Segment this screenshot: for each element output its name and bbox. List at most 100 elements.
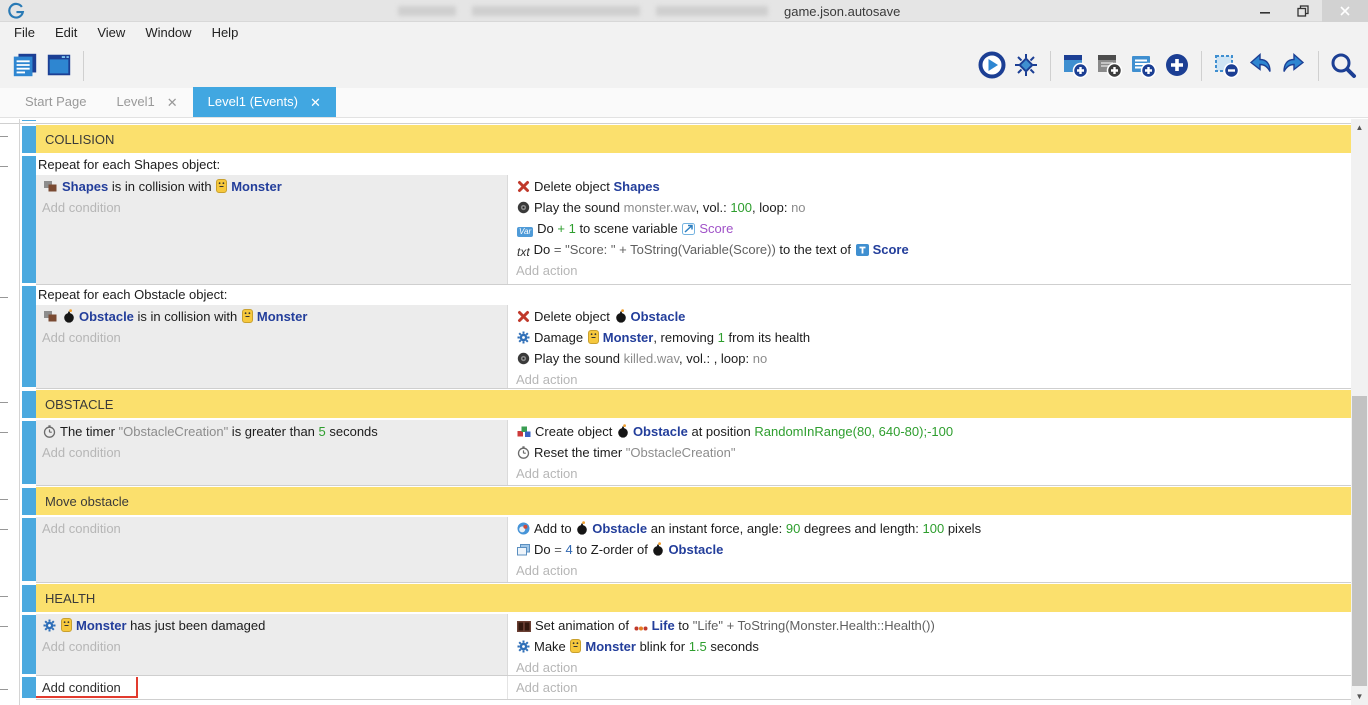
- text-segment: Shapes: [62, 179, 108, 194]
- text-segment: degrees and length:: [800, 521, 922, 536]
- redacted-title-text: [398, 6, 456, 16]
- event-color-strip: [22, 488, 36, 515]
- action-line[interactable]: Do = 4 to Z-order of Obstacle: [516, 539, 1351, 560]
- create-icon: [517, 425, 531, 438]
- add-condition-link[interactable]: Add condition: [36, 327, 507, 348]
- restore-button[interactable]: [1284, 0, 1322, 22]
- condition-line[interactable]: The timer "ObstacleCreation" is greater …: [36, 421, 507, 442]
- text-segment: from its health: [725, 330, 810, 345]
- add-action-link[interactable]: Add action: [516, 560, 1351, 581]
- close-button[interactable]: [1322, 0, 1368, 22]
- conditions-cell: Add condition: [36, 676, 508, 699]
- text-segment: 4: [565, 542, 572, 557]
- menu-help[interactable]: Help: [202, 22, 249, 44]
- scrollbar-thumb[interactable]: [1352, 396, 1367, 686]
- action-line[interactable]: Add to Obstacle an instant force, angle:…: [516, 518, 1351, 539]
- text-segment: an instant force, angle:: [647, 521, 786, 536]
- add-condition-link[interactable]: Add condition: [36, 518, 507, 539]
- life-dots-icon: [634, 625, 648, 632]
- action-line[interactable]: VarDo + 1 to scene variable Score: [516, 218, 1351, 239]
- menu-view[interactable]: View: [87, 22, 135, 44]
- action-line[interactable]: Create object Obstacle at position Rando…: [516, 421, 1351, 442]
- text-segment: no: [753, 351, 767, 366]
- text-segment: Obstacle: [79, 309, 134, 324]
- debug-button[interactable]: [1009, 49, 1043, 83]
- toolbar: [0, 44, 1368, 88]
- action-line[interactable]: txtDo = "Score: " + ToString(Variable(Sc…: [516, 239, 1351, 260]
- action-line[interactable]: Reset the timer "ObstacleCreation": [516, 442, 1351, 463]
- add-action-link[interactable]: Add action: [516, 677, 1351, 698]
- action-line[interactable]: Damage Monster, removing 1 from its heal…: [516, 327, 1351, 348]
- action-line[interactable]: Play the sound killed.wav, vol.: , loop:…: [516, 348, 1351, 369]
- action-line[interactable]: Play the sound monster.wav, vol.: 100, l…: [516, 197, 1351, 218]
- event-color-strip: [22, 421, 36, 484]
- text-segment: blink for: [636, 639, 689, 654]
- add-condition-link[interactable]: Add condition: [36, 442, 507, 463]
- add-action-link[interactable]: Add action: [516, 369, 1351, 390]
- animation-icon: [517, 621, 531, 632]
- event-block: Repeat for each Obstacle object:Obstacle…: [0, 285, 1351, 389]
- event-block: Add condition Add to Obstacle an instant …: [0, 517, 1351, 583]
- menu-file[interactable]: File: [4, 22, 45, 44]
- bomb-icon: [617, 424, 629, 438]
- event-block: The timer "ObstacleCreation" is greater …: [0, 420, 1351, 486]
- minimize-button[interactable]: [1246, 0, 1284, 22]
- vertical-scrollbar[interactable]: ▲ ▼: [1351, 119, 1368, 705]
- remove-selection-button[interactable]: [1209, 49, 1243, 83]
- action-line[interactable]: Make Monster blink for 1.5 seconds: [516, 636, 1351, 657]
- menu-edit[interactable]: Edit: [45, 22, 87, 44]
- tab-label: Level1: [116, 87, 154, 117]
- action-line[interactable]: Set animation of Life to "Life" + ToStri…: [516, 615, 1351, 636]
- group-header[interactable]: HEALTH: [36, 584, 1351, 612]
- action-line[interactable]: Delete object Obstacle: [516, 306, 1351, 327]
- preview-play-button[interactable]: [975, 49, 1009, 83]
- text-segment: to Z-order of: [573, 542, 652, 557]
- menu-window[interactable]: Window: [135, 22, 201, 44]
- add-condition-link[interactable]: Add condition: [36, 197, 507, 218]
- group-header[interactable]: COLLISION: [36, 125, 1351, 153]
- event-body: Add condition Add to Obstacle an instant …: [36, 517, 1351, 583]
- tab-level1[interactable]: Level1 ✕: [101, 87, 192, 117]
- repeat-event-header[interactable]: Repeat for each Shapes object:: [0, 155, 1351, 175]
- add-event-button[interactable]: [1058, 49, 1092, 83]
- add-action-link[interactable]: Add action: [516, 657, 1351, 678]
- undo-button[interactable]: [1243, 49, 1277, 83]
- text-segment: to the text of: [776, 242, 855, 257]
- add-condition-link[interactable]: Add condition: [36, 636, 507, 657]
- condition-line[interactable]: Obstacle is in collision with Monster: [36, 306, 507, 327]
- add-action-link[interactable]: Add action: [516, 463, 1351, 484]
- event-color-strip: [22, 126, 36, 153]
- condition-line[interactable]: Shapes is in collision with Monster: [36, 176, 507, 197]
- tab-level1-events[interactable]: Level1 (Events) ✕: [193, 87, 336, 117]
- tab-close-icon[interactable]: ✕: [310, 96, 321, 109]
- text-segment: Play the sound: [534, 200, 624, 215]
- condition-line[interactable]: Monster has just been damaged: [36, 615, 507, 636]
- search-button[interactable]: [1326, 49, 1360, 83]
- text-segment: has just been damaged: [127, 618, 266, 633]
- conditions-cell: Monster has just been damagedAdd conditi…: [36, 614, 508, 675]
- group-header[interactable]: Move obstacle: [36, 487, 1351, 515]
- remove-selection-icon: [1212, 51, 1240, 82]
- add-subevent-button[interactable]: [1126, 49, 1160, 83]
- action-line[interactable]: Delete object Shapes: [516, 176, 1351, 197]
- scroll-down-icon[interactable]: ▼: [1351, 688, 1368, 705]
- redo-button[interactable]: [1277, 49, 1311, 83]
- menubar: File Edit View Window Help: [0, 22, 1368, 44]
- search-icon: [1329, 51, 1357, 82]
- toolbar-separator: [1318, 51, 1319, 81]
- group-header[interactable]: OBSTACLE: [36, 390, 1351, 418]
- tab-start-page[interactable]: Start Page: [10, 87, 101, 117]
- add-comment-icon: [1095, 51, 1123, 82]
- fold-marker: [0, 529, 8, 530]
- add-condition-link[interactable]: Add condition: [36, 677, 507, 698]
- events-list-button[interactable]: [8, 49, 42, 83]
- event-body: Monster has just been damagedAdd conditi…: [36, 614, 1351, 676]
- bomb-icon: [615, 309, 627, 323]
- tab-close-icon[interactable]: ✕: [167, 96, 178, 109]
- scroll-up-icon[interactable]: ▲: [1351, 119, 1368, 136]
- add-circle-button[interactable]: [1160, 49, 1194, 83]
- repeat-event-header[interactable]: Repeat for each Obstacle object:: [0, 285, 1351, 305]
- scene-editor-button[interactable]: [42, 49, 76, 83]
- add-action-link[interactable]: Add action: [516, 260, 1351, 281]
- add-comment-button[interactable]: [1092, 49, 1126, 83]
